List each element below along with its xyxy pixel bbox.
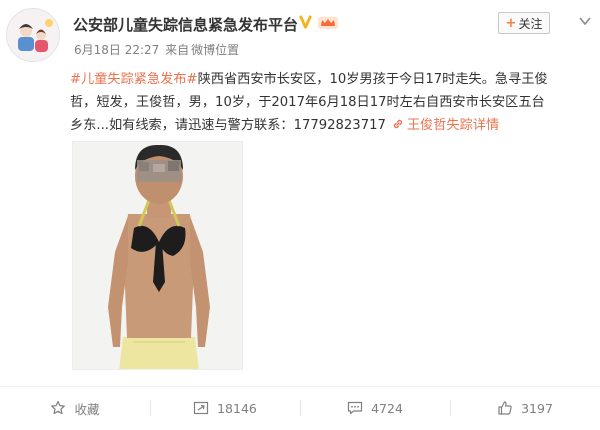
repost-count: 18146 [217,400,257,416]
follow-label: 关注 [518,16,543,31]
topic-link[interactable]: #儿童失踪紧急发布# [70,72,198,87]
chevron-down-icon[interactable] [576,12,594,30]
follow-button[interactable]: + 关注 [498,12,550,34]
post-source-prefix: 来自 [165,43,190,57]
member-crown-icon[interactable] [318,16,338,30]
thumbs-up-icon [498,401,512,415]
detail-link[interactable]: 王俊哲失踪详情 [407,118,499,133]
post-date[interactable]: 6月18日 22:27 [74,43,159,57]
favorite-label: 收藏 [74,401,100,417]
comment-count: 4724 [371,400,403,416]
repost-button[interactable]: 18146 [150,388,300,428]
favorite-button[interactable]: 收藏 [0,388,150,428]
post-text-line-2: 哲，短发，王俊哲，男，10岁，于2017年6月18日17时左右自西安市长安区五台 [70,95,545,110]
repost-icon [194,401,209,415]
star-icon [51,400,66,415]
link-icon [393,119,403,129]
author-avatar[interactable] [6,8,60,62]
missing-child-photo [73,142,242,369]
avatar-illustration-icon [7,9,59,61]
post-meta: 6月18日 22:27 来自 微博位置 [74,41,241,58]
comment-icon [347,401,363,415]
post-actions-bar: 收藏 18146 4724 3197 [0,388,600,428]
post-source[interactable]: 微博位置 [191,43,239,57]
like-button[interactable]: 3197 [450,388,600,428]
actions-divider [0,386,600,387]
post-text-line-3: 乡东...如有线索，请迅速与警方联系：17792823717 王俊哲失踪详情 [70,114,580,137]
plus-icon: + [505,15,517,31]
post-text-line-1-rest: 陕西省西安市长安区，10岁男孩于今日17时走失。急寻王俊 [197,72,548,87]
like-count: 3197 [521,400,553,416]
post-text-line-1: #儿童失踪紧急发布#陕西省西安市长安区，10岁男孩于今日17时走失。急寻王俊 [70,68,580,91]
comment-button[interactable]: 4724 [300,388,450,428]
post-text-line-3-body: 乡东...如有线索，请迅速与警方联系：17792823717 [70,118,386,133]
verified-badge-icon [299,15,312,29]
post-text: #儿童失踪紧急发布#陕西省西安市长安区，10岁男孩于今日17时走失。急寻王俊 哲… [70,68,580,137]
author-name[interactable]: 公安部儿童失踪信息紧急发布平台 [73,14,298,35]
weibo-post-card: 公安部儿童失踪信息紧急发布平台 6月18日 22:27 来自 微博位置 + 关注 … [0,0,600,430]
post-photo[interactable] [72,141,243,370]
